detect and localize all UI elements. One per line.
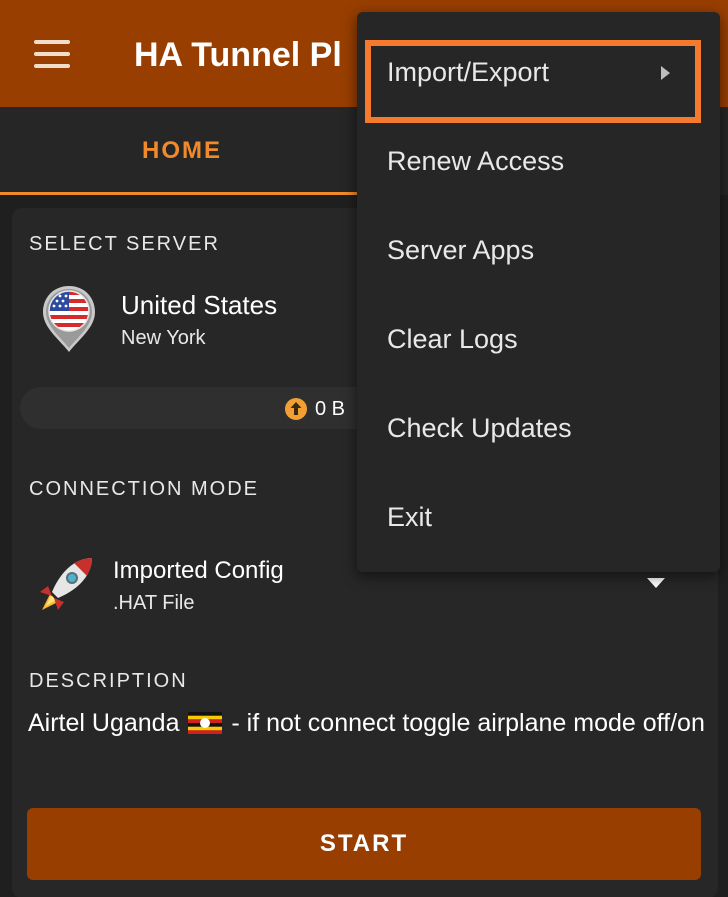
upload-arrow-icon [285, 398, 307, 420]
menu-item-label: Check Updates [387, 413, 572, 443]
menu-item-label: Exit [387, 502, 433, 532]
hamburger-menu-icon[interactable] [34, 40, 70, 68]
start-button[interactable]: START [27, 808, 701, 880]
us-flag-pin-icon[interactable] [40, 284, 98, 354]
connection-mode-sub: .HAT File [113, 592, 195, 614]
rocket-icon[interactable] [34, 552, 98, 616]
select-server-label: SELECT SERVER [29, 233, 220, 255]
dropdown-arrow-icon[interactable] [647, 578, 665, 588]
connection-mode-name[interactable]: Imported Config [113, 557, 284, 585]
menu-item-label: Clear Logs [387, 324, 518, 354]
menu-item-server-apps[interactable]: Server Apps [357, 206, 720, 295]
uganda-flag-icon [188, 712, 223, 734]
description-label: DESCRIPTION [29, 670, 188, 692]
description-text: Airtel Uganda - if not connect toggle ai… [28, 706, 708, 740]
connection-mode-label: CONNECTION MODE [29, 478, 259, 500]
menu-item-label: Renew Access [387, 146, 565, 176]
server-country[interactable]: United States [121, 290, 277, 321]
description-text-before: Airtel Uganda [28, 709, 180, 737]
tab-indicator [0, 192, 364, 195]
upload-value: 0 B [315, 398, 346, 420]
app-title: HA Tunnel Pl [134, 36, 342, 74]
menu-item-renew-access[interactable]: Renew Access [357, 117, 720, 206]
description-text-after: - if not connect toggle airplane mode of… [231, 709, 705, 737]
menu-item-check-updates[interactable]: Check Updates [357, 384, 720, 473]
server-city: New York [121, 327, 206, 349]
menu-item-label: Server Apps [387, 235, 535, 265]
tab-home[interactable]: HOME [0, 107, 364, 195]
highlight-outline [365, 40, 701, 123]
menu-item-exit[interactable]: Exit [357, 473, 720, 562]
menu-item-clear-logs[interactable]: Clear Logs [357, 295, 720, 384]
